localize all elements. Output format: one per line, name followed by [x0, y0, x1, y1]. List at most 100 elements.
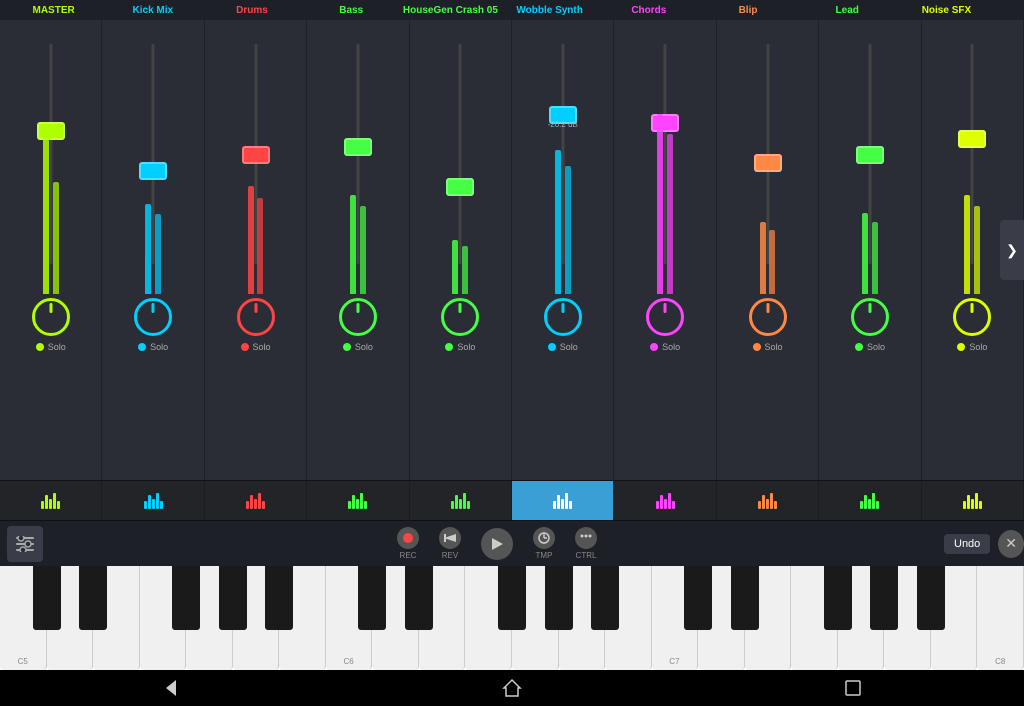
black-key-0[interactable]: [33, 566, 61, 630]
fader-handle-blip[interactable]: [754, 154, 782, 172]
solo-dot-kick: [138, 343, 146, 351]
fader-handle-chords[interactable]: [651, 114, 679, 132]
pattern-btn-drums[interactable]: [205, 481, 307, 520]
black-key-3[interactable]: [172, 566, 200, 630]
black-key-4[interactable]: [219, 566, 247, 630]
solo-label-chords: Solo: [662, 342, 680, 352]
pan-knob-noise[interactable]: [953, 298, 991, 336]
square-button[interactable]: [838, 673, 868, 703]
channel-bass: Solo: [307, 20, 409, 480]
channel-label-lead: Lead: [798, 5, 897, 16]
fader-handle-noise[interactable]: [958, 130, 986, 148]
solo-dot-bass: [343, 343, 351, 351]
pattern-btn-noise[interactable]: [922, 481, 1024, 520]
vu-right-drums: [257, 198, 263, 294]
pan-knob-wobble[interactable]: [544, 298, 582, 336]
black-key-15[interactable]: [731, 566, 759, 630]
transport-controls: REC REV TMP: [50, 527, 944, 560]
channel-master: Solo: [0, 20, 102, 480]
black-key-17[interactable]: [824, 566, 852, 630]
pattern-btn-bass[interactable]: [307, 481, 409, 520]
black-key-14[interactable]: [684, 566, 712, 630]
pattern-btn-chords[interactable]: [614, 481, 716, 520]
ctrl-button[interactable]: CTRL: [575, 527, 597, 560]
solo-dot-wobble: [548, 343, 556, 351]
solo-dot-drums: [241, 343, 249, 351]
pattern-btn-housegen[interactable]: [410, 481, 512, 520]
pan-knob-master[interactable]: [32, 298, 70, 336]
piano[interactable]: C5C6C7C8: [0, 566, 1024, 670]
solo-label-housegen: Solo: [457, 342, 475, 352]
channel-lead: Solo: [819, 20, 921, 480]
black-key-19[interactable]: [917, 566, 945, 630]
scroll-right-arrow[interactable]: ❯: [1000, 220, 1024, 280]
rev-button[interactable]: REV: [439, 527, 461, 560]
pan-knob-kick[interactable]: [134, 298, 172, 336]
pan-knob-housegen[interactable]: [441, 298, 479, 336]
note-label-c8: C8: [995, 657, 1005, 666]
vu-left-blip: [760, 222, 766, 294]
channel-label-housegen: HouseGen Crash 05: [401, 5, 500, 16]
pan-knob-blip[interactable]: [749, 298, 787, 336]
close-button[interactable]: ✕: [998, 530, 1024, 558]
black-key-10[interactable]: [498, 566, 526, 630]
fader-handle-bass[interactable]: [344, 138, 372, 156]
vu-right-housegen: [462, 246, 468, 294]
mixer-icon-button[interactable]: [7, 526, 43, 562]
channel-label-noise: Noise SFX: [897, 5, 996, 16]
pan-knob-chords[interactable]: [646, 298, 684, 336]
black-key-1[interactable]: [79, 566, 107, 630]
solo-dot-master: [36, 343, 44, 351]
vu-right-master: [53, 182, 59, 294]
fader-handle-housegen[interactable]: [446, 178, 474, 196]
back-button[interactable]: [156, 673, 186, 703]
solo-label-noise: Solo: [969, 342, 987, 352]
solo-label-master: Solo: [48, 342, 66, 352]
vu-left-wobble: [555, 150, 561, 294]
channel-wobble: -20.2 dBSolo: [512, 20, 614, 480]
black-key-5[interactable]: [265, 566, 293, 630]
pattern-btn-wobble[interactable]: [512, 481, 614, 520]
black-key-12[interactable]: [591, 566, 619, 630]
undo-button[interactable]: Undo: [944, 534, 990, 554]
pan-knob-lead[interactable]: [851, 298, 889, 336]
vu-left-chords: [657, 114, 663, 294]
white-key-21[interactable]: C8: [977, 566, 1024, 670]
vu-right-chords: [667, 134, 673, 294]
pattern-btn-blip[interactable]: [717, 481, 819, 520]
db-label-wobble: -20.2 dB: [548, 120, 578, 129]
vu-right-blip: [769, 230, 775, 294]
pattern-btn-kick[interactable]: [102, 481, 204, 520]
rec-button[interactable]: REC: [397, 527, 419, 560]
channel-label-bass: Bass: [302, 5, 401, 16]
solo-dot-chords: [650, 343, 658, 351]
fader-handle-drums[interactable]: [242, 146, 270, 164]
home-button[interactable]: [497, 673, 527, 703]
vu-right-wobble: [565, 166, 571, 294]
pan-knob-bass[interactable]: [339, 298, 377, 336]
channel-label-drums: Drums: [202, 5, 301, 16]
channel-label-kick: Kick Mix: [103, 5, 202, 16]
black-key-8[interactable]: [405, 566, 433, 630]
solo-label-drums: Solo: [253, 342, 271, 352]
pattern-btn-lead[interactable]: [819, 481, 921, 520]
vu-left-noise: [964, 195, 970, 294]
black-key-7[interactable]: [358, 566, 386, 630]
pan-knob-drums[interactable]: [237, 298, 275, 336]
fader-handle-master[interactable]: [37, 122, 65, 140]
fader-handle-kick[interactable]: [139, 162, 167, 180]
fader-handle-lead[interactable]: [856, 146, 884, 164]
play-button[interactable]: [481, 528, 513, 560]
black-key-11[interactable]: [545, 566, 573, 630]
tmp-button[interactable]: TMP: [533, 527, 555, 560]
vu-left-master: [43, 132, 49, 294]
black-key-18[interactable]: [870, 566, 898, 630]
channel-label-wobble: Wobble Synth: [500, 5, 599, 16]
note-label-c7: C7: [669, 657, 679, 666]
vu-left-drums: [248, 186, 254, 294]
transport-right: Undo ✕: [944, 530, 1024, 558]
pattern-btn-master[interactable]: [0, 481, 102, 520]
channel-housegen: Solo: [410, 20, 512, 480]
vu-right-noise: [974, 206, 980, 294]
vu-right-kick: [155, 214, 161, 294]
